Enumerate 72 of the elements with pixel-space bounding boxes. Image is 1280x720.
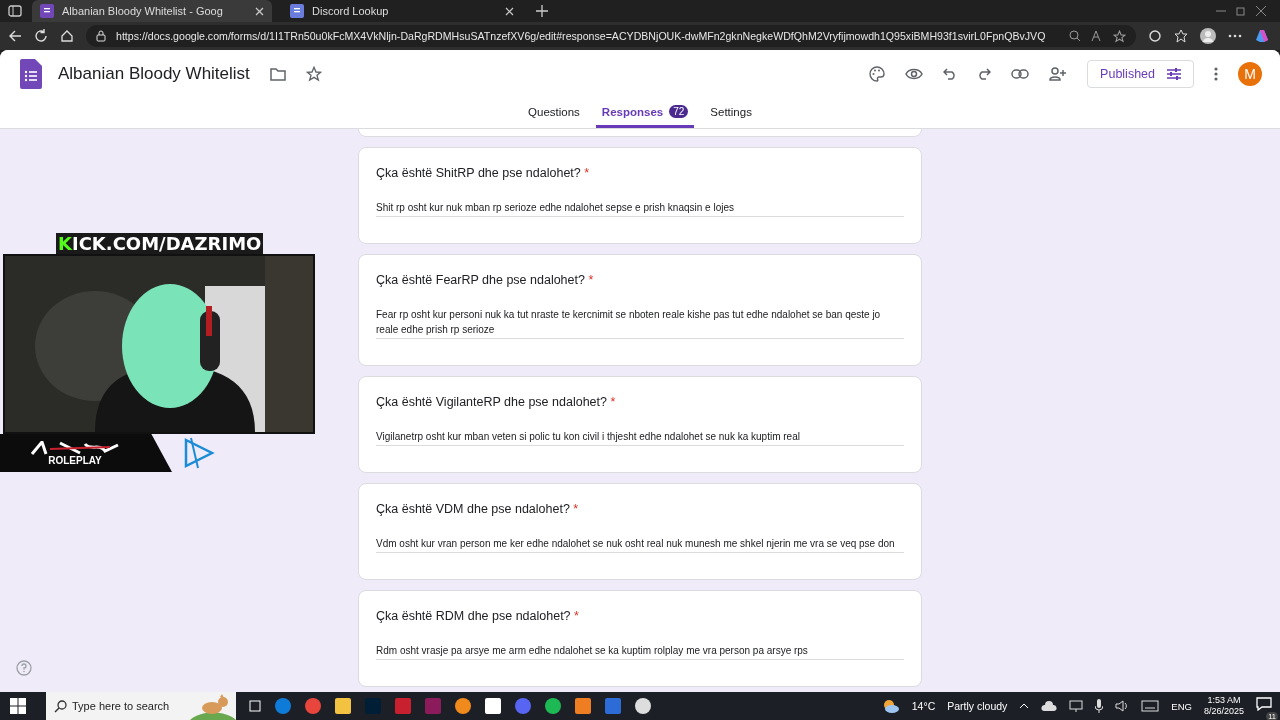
speaker-icon[interactable]	[1115, 700, 1130, 712]
answer-text: Vdm osht kur vran person me ker edhe ndalohet se nuk osht real nuk munesh me shkel njerin me vra se veq pse don	[376, 536, 904, 553]
browser-tab[interactable]: Albanian Bloody Whitelist - Goog	[32, 0, 272, 22]
chevron-up-icon[interactable]	[1019, 703, 1030, 709]
start-icon[interactable]	[10, 698, 26, 714]
weather-icon[interactable]	[881, 698, 900, 714]
weather-text: Partly cloudy	[947, 700, 1008, 712]
profile-icon[interactable]	[1200, 28, 1216, 44]
published-button[interactable]: Published	[1087, 60, 1194, 88]
answer-text: Shit rp osht kur nuk mban rp serioze edhe ndalohet sepse e prish knaqsin e lojes	[376, 200, 904, 217]
temperature: 14°C	[911, 700, 936, 712]
network-icon[interactable]	[1069, 700, 1084, 712]
star-icon[interactable]	[1113, 29, 1126, 43]
extensions-icon[interactable]	[1148, 29, 1162, 43]
close-icon[interactable]	[1256, 6, 1266, 16]
refresh-icon[interactable]	[34, 29, 48, 43]
answer-text: Fear rp osht kur personi nuk ka tut nraste te kercnimit se nboten reale kishe pas tut edhe ndalohet se ban qeste jo reale edhe prish rp serioze	[376, 307, 904, 339]
clock[interactable]: 1:53 AM 8/26/2025	[1203, 695, 1244, 717]
roleplay-logo: ROLEPLAY	[0, 434, 172, 472]
form-title[interactable]: Albanian Bloody Whitelist	[58, 64, 250, 84]
app-icon[interactable]	[634, 697, 652, 715]
restore-icon[interactable]	[1236, 6, 1246, 16]
question-title: Çka është VDM dhe pse ndalohet? *	[376, 502, 580, 516]
keyboard-icon[interactable]	[1141, 700, 1160, 712]
channel-name: KICK.COM/DAZRIMO	[56, 233, 264, 254]
read-aloud-icon[interactable]	[1091, 30, 1103, 42]
home-icon[interactable]	[60, 29, 74, 43]
app-icon[interactable]	[334, 697, 352, 715]
app-icon[interactable]	[544, 697, 562, 715]
sliders-icon	[1167, 68, 1181, 80]
answer-text: Rdm osht vrasje pa arsye me arm edhe ndalohet se ka kuptim rolplay me vra person pa arsye rps	[376, 643, 904, 660]
app-icon[interactable]	[574, 697, 592, 715]
star-icon[interactable]	[305, 66, 322, 82]
more-vertical-icon[interactable]	[1214, 67, 1218, 81]
link-icon[interactable]	[1011, 69, 1030, 79]
question-title: Çka është ShitRP dhe pse ndalohet? *	[376, 166, 591, 180]
browser-tab[interactable]: Discord Lookup	[282, 0, 522, 22]
task-view-icon[interactable]	[248, 699, 262, 713]
forms-logo-icon[interactable]	[20, 59, 42, 89]
answer-text: Vigilanetrp osht kur mban veten si polic tu kon civil i thjesht edhe ndalohet se nuk ka kuptim real	[376, 429, 904, 446]
assistant-icon[interactable]	[1254, 28, 1270, 44]
language-indicator[interactable]: ENG	[1171, 700, 1192, 712]
undo-icon[interactable]	[943, 68, 958, 80]
form-icon	[40, 4, 54, 18]
cloud-icon[interactable]	[1041, 701, 1058, 711]
app-icon[interactable]	[454, 697, 472, 715]
dog-drawing	[190, 694, 236, 720]
form-tab[interactable]: Settings	[704, 98, 758, 128]
folder-icon[interactable]	[269, 67, 286, 81]
lock-icon	[96, 30, 106, 42]
taskbar-search-field[interactable]: Type here to search	[46, 692, 236, 720]
close-icon[interactable]	[255, 6, 264, 16]
palette-icon[interactable]	[869, 66, 886, 82]
redo-icon[interactable]	[977, 68, 992, 80]
form-tab[interactable]: Questions	[522, 98, 586, 128]
play-logo-icon	[182, 436, 216, 470]
close-icon[interactable]	[505, 6, 514, 16]
address-bar[interactable]: https://docs.google.com/forms/d/1I1TRn50u0kFcMX4VkNljn-DaRgRDMHsuSATnzefXV6g/edit#response=ACYDBNjOUK-dwMFn2gknNegkeWDfQhM2Vryfijmowdh1Q95xiBMH93f1svirL0FpnQBvJVQ	[86, 25, 1136, 47]
add-person-icon[interactable]	[1049, 67, 1068, 81]
more-icon[interactable]	[1228, 34, 1242, 38]
preview-eye-icon[interactable]	[905, 68, 924, 80]
zoom-icon[interactable]	[1069, 30, 1081, 42]
question-title: Çka është RDM dhe pse ndalohet? *	[376, 609, 580, 623]
question-title: Çka është FearRP dhe pse ndalohet? *	[376, 273, 595, 287]
microphone-icon[interactable]	[1095, 699, 1104, 713]
back-icon[interactable]	[8, 29, 22, 43]
app-icon[interactable]	[484, 697, 502, 715]
question-title: Çka është VigilanteRP dhe pse ndalohet? *	[376, 395, 617, 409]
tab-actions-icon[interactable]	[8, 4, 22, 18]
notification-icon[interactable]	[1256, 697, 1272, 711]
favorites-icon[interactable]	[1174, 29, 1188, 43]
new-tab-icon[interactable]	[536, 5, 548, 17]
